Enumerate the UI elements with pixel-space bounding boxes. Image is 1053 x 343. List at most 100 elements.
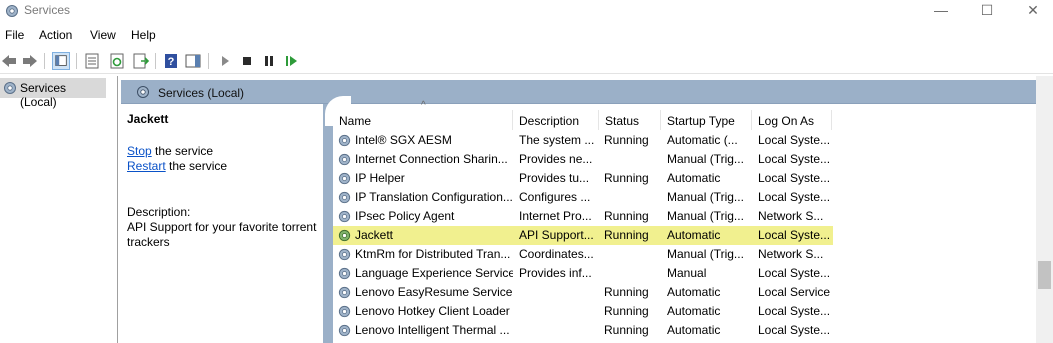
- start-service-icon[interactable]: [216, 52, 234, 70]
- menu-file[interactable]: File: [5, 28, 24, 42]
- service-startup-type: Manual (Trig...: [667, 209, 744, 223]
- service-gear-icon: [337, 285, 352, 300]
- service-log-on-as: Local Syste...: [758, 190, 831, 204]
- menu-view[interactable]: View: [90, 28, 116, 42]
- service-name: Internet Connection Sharin...: [355, 152, 508, 166]
- toolbar: ?: [0, 48, 1053, 74]
- service-description: Provides ne...: [519, 152, 593, 166]
- window-title: Services: [24, 3, 71, 17]
- toolbar-separator: [44, 53, 45, 69]
- stop-service-line: Stop the service: [127, 144, 213, 158]
- service-gear-icon: [337, 323, 352, 338]
- service-name: IPsec Policy Agent: [355, 209, 455, 223]
- service-name: IP Translation Configuration...: [355, 190, 513, 204]
- service-status: Running: [604, 133, 649, 147]
- service-row[interactable]: IPsec Policy Agent Internet Pro... Running…: [333, 207, 833, 226]
- scrollbar-thumb[interactable]: [1038, 261, 1051, 289]
- back-icon[interactable]: [0, 52, 18, 70]
- service-gear-icon: [337, 266, 352, 281]
- tree-item-services-local[interactable]: Services (Local): [0, 78, 106, 109]
- export-list-icon[interactable]: [132, 52, 150, 70]
- menu-help[interactable]: Help: [131, 28, 156, 42]
- service-log-on-as: Local Syste...: [758, 133, 831, 147]
- service-name: Language Experience Service: [355, 266, 513, 280]
- service-startup-type: Manual (Trig...: [667, 247, 744, 261]
- service-row[interactable]: Lenovo Intelligent Thermal ... Running Aut…: [333, 321, 833, 340]
- toolbar-separator: [76, 53, 77, 69]
- service-log-on-as: Local Syste...: [758, 228, 831, 242]
- service-status: Running: [604, 304, 649, 318]
- service-row[interactable]: Internet Connection Sharin... Provides ne…: [333, 150, 833, 169]
- service-description: Configures ...: [519, 190, 591, 204]
- service-gear-icon: [337, 228, 352, 243]
- show-hide-action-pane-icon[interactable]: [184, 52, 202, 70]
- show-hide-console-tree-icon[interactable]: [52, 52, 70, 70]
- properties-icon[interactable]: [83, 52, 101, 70]
- column-header-name[interactable]: Name: [333, 110, 513, 130]
- service-row[interactable]: IP Translation Configuration... Configure…: [333, 188, 833, 207]
- maximize-button[interactable]: ☐: [964, 0, 1010, 22]
- service-log-on-as: Local Syste...: [758, 171, 831, 185]
- service-gear-icon: [337, 133, 352, 148]
- refresh-icon[interactable]: [108, 52, 126, 70]
- service-row[interactable]: Lenovo EasyResume Service Running Automati…: [333, 283, 833, 302]
- service-name: Lenovo EasyResume Service: [355, 285, 513, 299]
- service-status: Running: [604, 228, 649, 242]
- restart-suffix: the service: [165, 159, 228, 173]
- service-startup-type: Automatic: [667, 304, 721, 318]
- services-list: ^ Name Description Status Startup Type L…: [333, 100, 1053, 343]
- service-log-on-as: Local Syste...: [758, 152, 831, 166]
- service-startup-type: Automatic (...: [667, 133, 738, 147]
- service-row[interactable]: Intel® SGX AESM The system ... Running Auto…: [333, 131, 833, 150]
- service-status: Running: [604, 285, 649, 299]
- service-row[interactable]: Language Experience Service Provides inf.…: [333, 264, 833, 283]
- service-name: Jackett: [355, 228, 394, 242]
- service-gear-icon: [337, 304, 352, 319]
- service-name: Lenovo Intelligent Thermal ...: [355, 323, 510, 337]
- restart-link[interactable]: Restart: [127, 159, 166, 173]
- service-gear-icon: [337, 247, 352, 262]
- service-row[interactable]: Jackett API Support... Running Automatic Loc…: [333, 226, 833, 245]
- vertical-scrollbar[interactable]: [1036, 76, 1053, 343]
- service-name: Lenovo Hotkey Client Loader: [355, 304, 510, 318]
- service-row[interactable]: KtmRm for Distributed Tran... Coordinates…: [333, 245, 833, 264]
- service-description: Coordinates...: [519, 247, 594, 261]
- forward-icon[interactable]: [21, 52, 39, 70]
- pause-service-icon[interactable]: [260, 52, 278, 70]
- service-description: Provides tu...: [519, 171, 590, 185]
- service-status: Running: [604, 323, 649, 337]
- tree-item-label: Services (Local): [20, 81, 67, 109]
- service-log-on-as: Network S...: [758, 247, 824, 261]
- help-icon[interactable]: ?: [162, 52, 180, 70]
- service-gear-icon: [337, 209, 352, 224]
- stop-link[interactable]: Stop: [127, 144, 152, 158]
- pane-header: Services (Local): [121, 80, 1053, 104]
- column-header-log-on-as[interactable]: Log On As: [752, 110, 832, 130]
- menu-bar: File Action View Help: [0, 26, 1053, 46]
- service-gear-icon: [337, 190, 352, 205]
- restart-service-icon[interactable]: [283, 52, 301, 70]
- service-gear-icon: [337, 171, 352, 186]
- stop-suffix: the service: [151, 144, 214, 158]
- toolbar-separator: [208, 53, 209, 69]
- column-header-startup-type[interactable]: Startup Type: [661, 110, 752, 130]
- service-startup-type: Automatic: [667, 228, 721, 242]
- service-startup-type: Automatic: [667, 323, 721, 337]
- service-description: Internet Pro...: [519, 209, 592, 223]
- toolbar-separator: [155, 53, 156, 69]
- service-log-on-as: Local Syste...: [758, 323, 831, 337]
- column-header-description[interactable]: Description: [513, 110, 599, 130]
- console-tree: Services (Local): [0, 76, 118, 343]
- extended-description-panel: Jackett Stop the service Restart the ser…: [121, 104, 325, 343]
- svg-text:?: ?: [168, 56, 175, 68]
- service-description: The system ...: [519, 133, 595, 147]
- service-row[interactable]: Lenovo Hotkey Client Loader Running Automa…: [333, 302, 833, 321]
- title-bar: Services — ☐ ✕: [0, 0, 1053, 22]
- service-row[interactable]: IP Helper Provides tu... Running Automatic L…: [333, 169, 833, 188]
- minimize-button[interactable]: —: [918, 0, 964, 22]
- stop-service-icon[interactable]: [238, 52, 256, 70]
- column-header-status[interactable]: Status: [599, 110, 661, 130]
- close-button[interactable]: ✕: [1010, 0, 1053, 22]
- selected-service-name: Jackett: [127, 112, 169, 126]
- menu-action[interactable]: Action: [39, 28, 72, 42]
